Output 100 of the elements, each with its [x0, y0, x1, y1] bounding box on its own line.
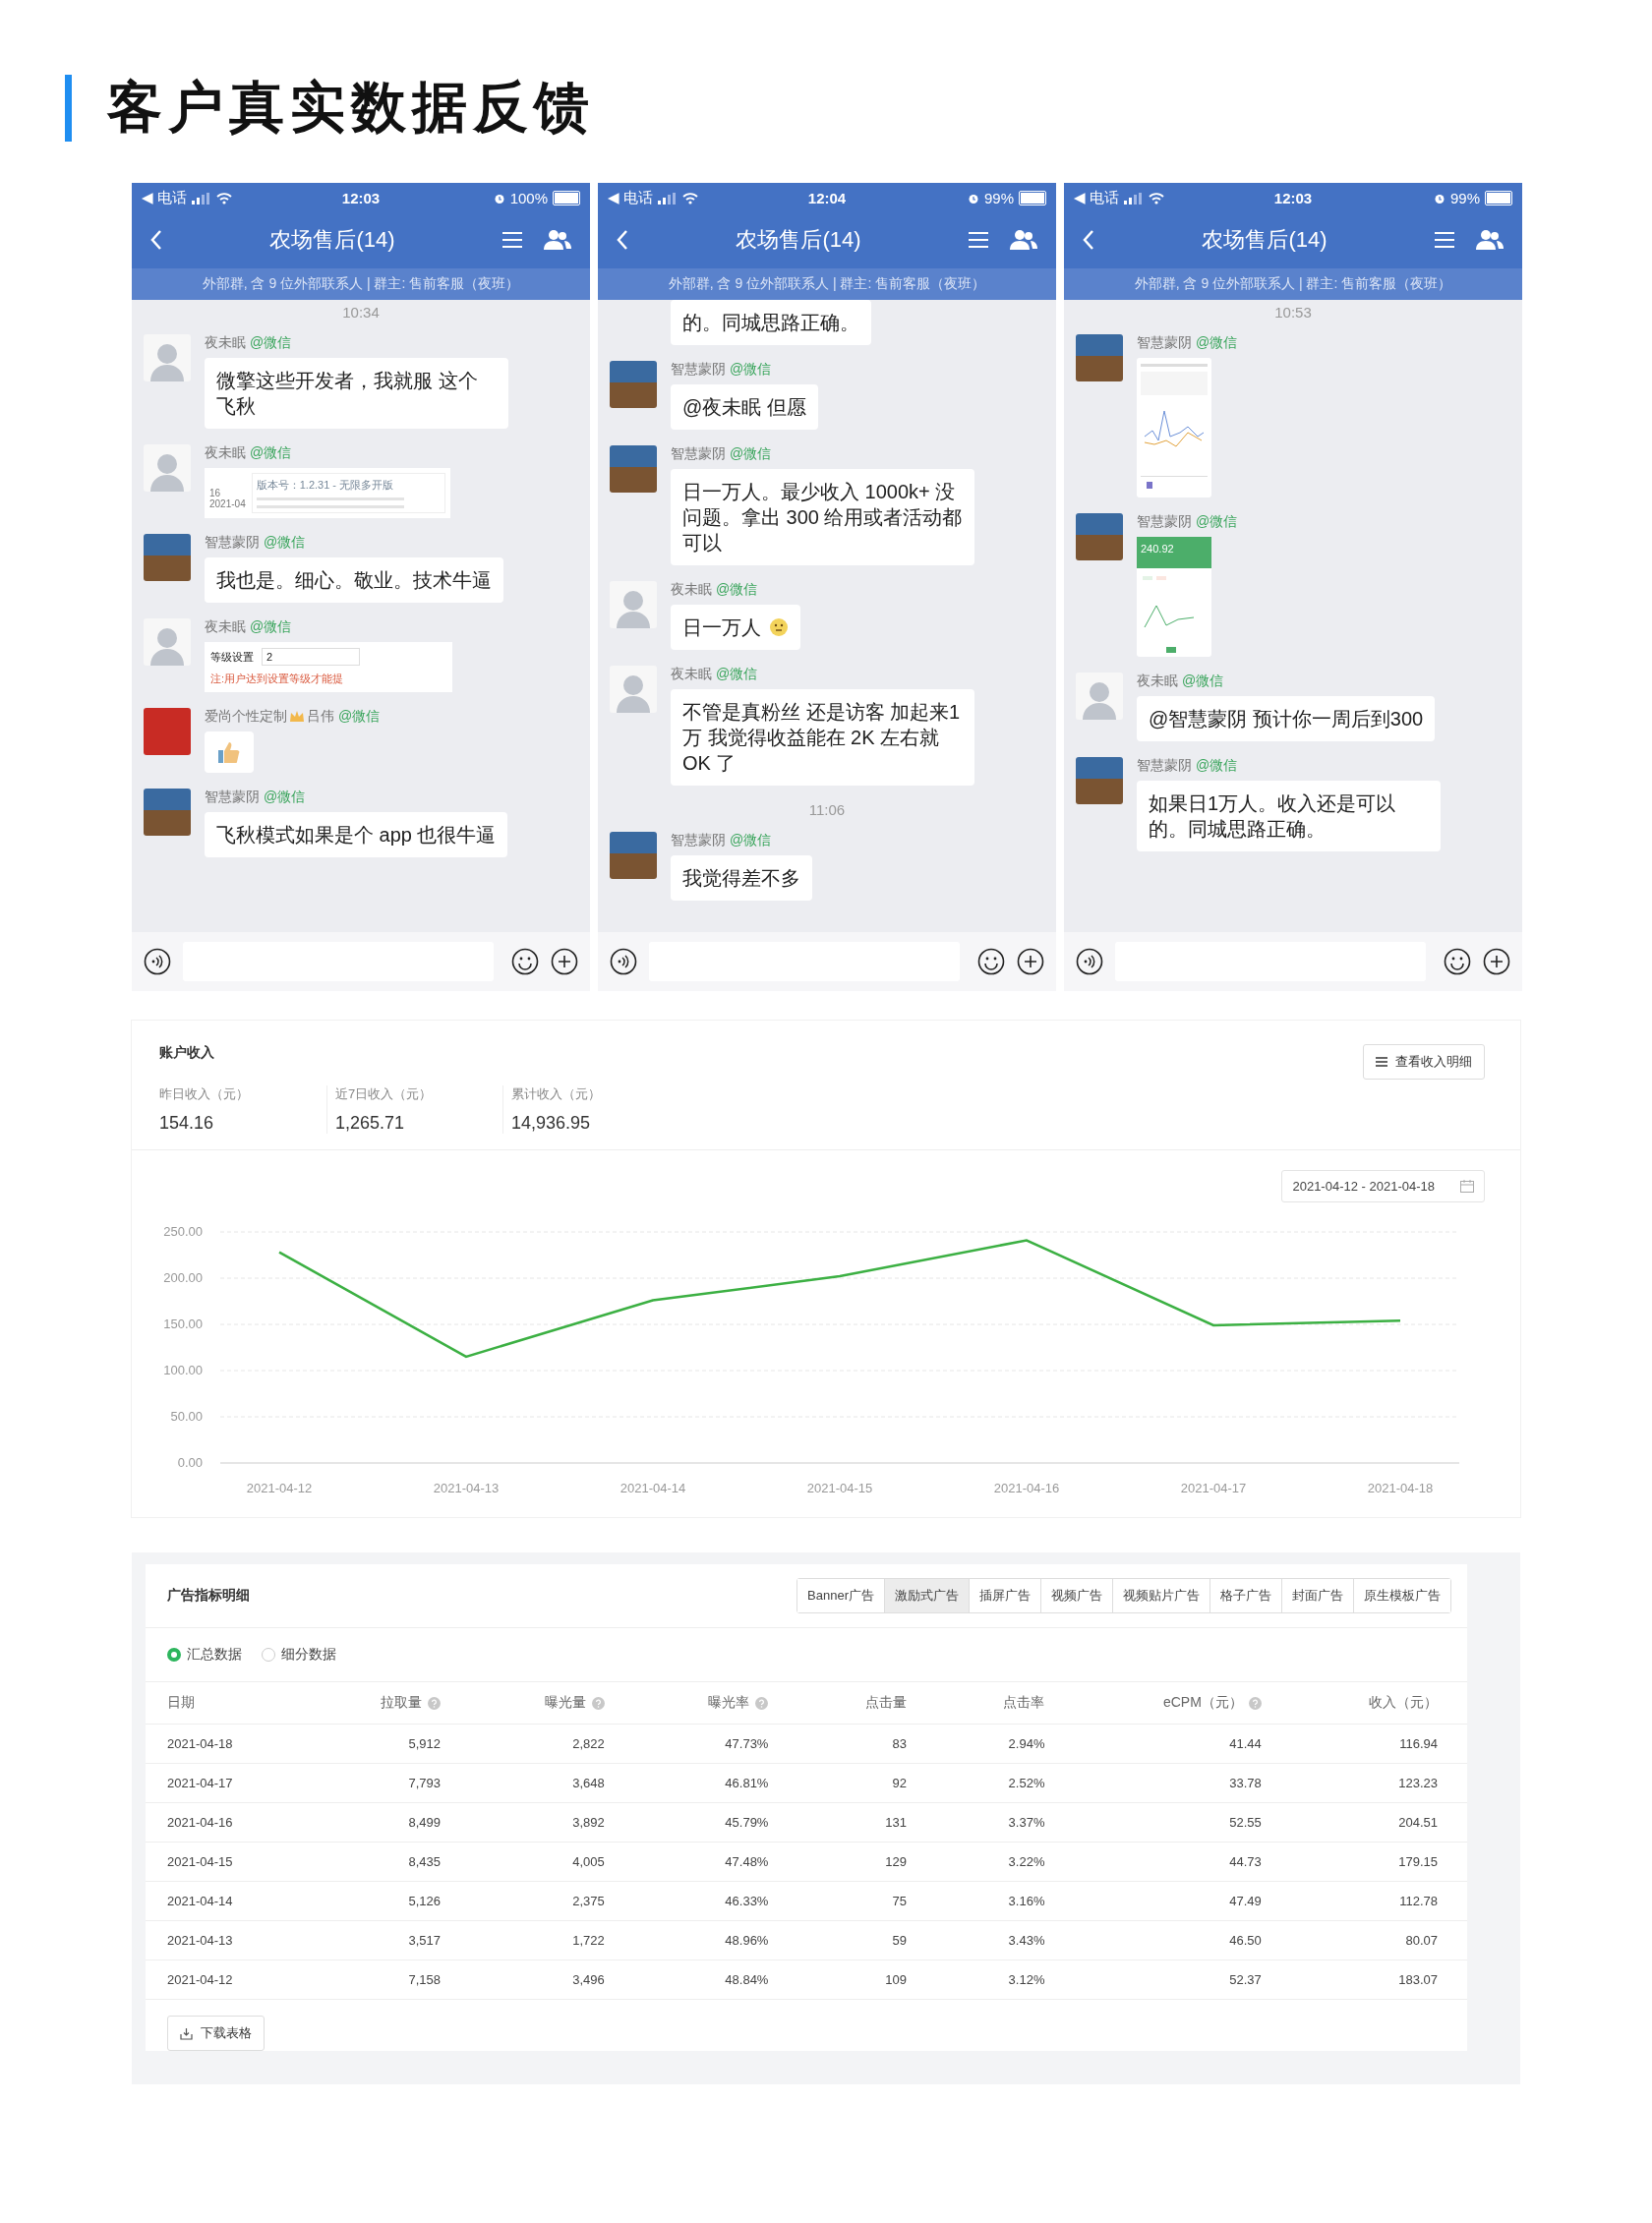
menu-icon[interactable] — [1434, 231, 1455, 249]
message-bubble: 不管是真粉丝 还是访客 加起来1万 我觉得收益能在 2K 左右就 OK 了 — [671, 689, 974, 786]
table-cell: 52.37 — [1229, 1972, 1262, 1987]
table-cell: 83 — [892, 1736, 907, 1751]
sender-tag: @微信 — [1196, 757, 1238, 775]
table-cell: 44.73 — [1229, 1854, 1262, 1869]
group-members-icon[interactable] — [1475, 229, 1504, 251]
carrier-label: ◀ 电话 — [608, 189, 653, 207]
menu-icon[interactable] — [502, 231, 523, 249]
message-bubble: 的。同城思路正确。 — [671, 300, 871, 345]
avatar-photo-placeholder — [610, 832, 657, 879]
sender-name: 爱尚个性定制 — [205, 708, 287, 726]
alarm-icon — [1433, 192, 1446, 205]
table-cell: 46.33% — [725, 1894, 769, 1908]
sender-name: 吕伟 — [307, 708, 334, 726]
panel-title: 广告指标明细 — [167, 1587, 250, 1605]
group-members-icon[interactable] — [543, 229, 572, 251]
x-axis-label: 2021-04-18 — [1367, 1481, 1434, 1495]
date-range-field[interactable]: 2021-04-12 - 2021-04-18 — [1281, 1170, 1485, 1202]
voice-icon[interactable] — [144, 948, 171, 975]
table-cell: 3,648 — [572, 1776, 605, 1790]
table-cell: 2021-04-13 — [167, 1933, 233, 1948]
stat-value: 154.16 — [159, 1113, 215, 1134]
avatar-silhouette — [144, 334, 191, 381]
signal-icon — [657, 192, 678, 205]
sender-name: 智慧蒙阴 — [671, 445, 726, 463]
avatar-silhouette — [610, 666, 657, 713]
stat-label: 近7日收入（元） — [335, 1085, 434, 1103]
plus-icon[interactable] — [1483, 948, 1510, 975]
back-icon[interactable] — [1082, 229, 1095, 251]
x-axis-label: 2021-04-12 — [246, 1481, 313, 1495]
list-icon — [1376, 1057, 1387, 1067]
table-cell: 48.84% — [725, 1972, 769, 1987]
emoji-icon[interactable] — [977, 948, 1005, 975]
status-time: 12:03 — [1273, 190, 1313, 206]
sender-name: 夜未眠 — [205, 334, 246, 352]
voice-icon[interactable] — [1076, 948, 1103, 975]
table-cell: 123.23 — [1398, 1776, 1438, 1790]
chat-title: 农场售后(14) — [268, 226, 396, 254]
table-cell: 8,435 — [408, 1854, 441, 1869]
avatar-silhouette — [1076, 673, 1123, 720]
ad-type-tab[interactable]: Banner广告 — [797, 1579, 885, 1612]
download-icon — [180, 2026, 193, 2040]
avatar-silhouette — [610, 581, 657, 628]
sender-tag: @微信 — [250, 444, 292, 462]
group-members-icon[interactable] — [1009, 229, 1038, 251]
sender-tag: @微信 — [730, 832, 772, 849]
sender-tag: @微信 — [1196, 513, 1238, 531]
back-icon[interactable] — [149, 229, 163, 251]
emoji-icon[interactable] — [1444, 948, 1471, 975]
voice-icon[interactable] — [610, 948, 637, 975]
table-cell: 1,722 — [572, 1933, 605, 1948]
thumb-text: 等级设置 — [210, 649, 254, 665]
panel-title: 账户收入 — [159, 1044, 215, 1062]
table-cell: 92 — [892, 1776, 907, 1790]
column-header: 收入（元） — [1369, 1694, 1438, 1712]
message-bubble: @夜未眠 但愿 — [671, 384, 818, 430]
message-bubble: 如果日1万人。收入还是可以的。同城思路正确。 — [1137, 781, 1441, 851]
table-cell: 7,793 — [408, 1776, 441, 1790]
radio-button[interactable] — [167, 1648, 181, 1662]
x-axis-label: 2021-04-16 — [993, 1481, 1060, 1495]
table-cell: 2021-04-18 — [167, 1736, 233, 1751]
thumbs-up-icon — [216, 739, 242, 765]
avatar-photo-placeholder — [610, 361, 657, 408]
menu-icon[interactable] — [968, 231, 989, 249]
table-cell: 33.78 — [1229, 1776, 1262, 1790]
table-cell: 3,496 — [572, 1972, 605, 1987]
sender-name: 智慧蒙阴 — [1137, 334, 1192, 352]
sender-tag: @微信 — [250, 618, 292, 636]
table-cell: 3.43% — [1008, 1933, 1045, 1948]
income-detail-button[interactable]: 查看收入明细 — [1363, 1044, 1485, 1080]
stat-label: 昨日收入（元） — [159, 1085, 250, 1103]
sender-tag: @微信 — [716, 666, 758, 683]
emoji-icon[interactable] — [511, 948, 539, 975]
download-table-button[interactable]: 下载表格 — [167, 2016, 265, 2051]
table-cell: 112.78 — [1399, 1894, 1438, 1908]
back-icon[interactable] — [616, 229, 629, 251]
plus-icon[interactable] — [1017, 948, 1044, 975]
table-cell: 3,892 — [572, 1815, 605, 1830]
x-axis-label: 2021-04-17 — [1180, 1481, 1247, 1495]
page-title: 客户真实数据反馈 — [107, 75, 595, 140]
column-header: 日期 — [167, 1694, 195, 1712]
carrier-label: ◀ 电话 — [142, 189, 187, 207]
stat-label: 累计收入（元） — [511, 1085, 602, 1103]
sender-name: 夜未眠 — [671, 581, 712, 599]
ad-type-tab[interactable]: 激励式广告 — [885, 1579, 970, 1612]
battery-icon — [553, 191, 580, 205]
table-cell: 59 — [892, 1933, 907, 1948]
table-cell: 131 — [885, 1815, 907, 1830]
column-header: 曝光量 — [544, 1694, 586, 1712]
avatar-silhouette — [144, 444, 191, 492]
table-cell: 41.44 — [1229, 1736, 1262, 1751]
radio-label: 汇总数据 — [187, 1646, 242, 1664]
table-cell: 7,158 — [408, 1972, 441, 1987]
wifi-icon — [681, 192, 698, 205]
column-header: 拉取量 — [381, 1694, 422, 1712]
message-bubble: 微擎这些开发者，我就服 这个飞秋 — [205, 358, 508, 429]
plus-icon[interactable] — [551, 948, 578, 975]
sender-name: 夜未眠 — [205, 618, 246, 636]
avatar-photo-placeholder — [144, 708, 191, 755]
